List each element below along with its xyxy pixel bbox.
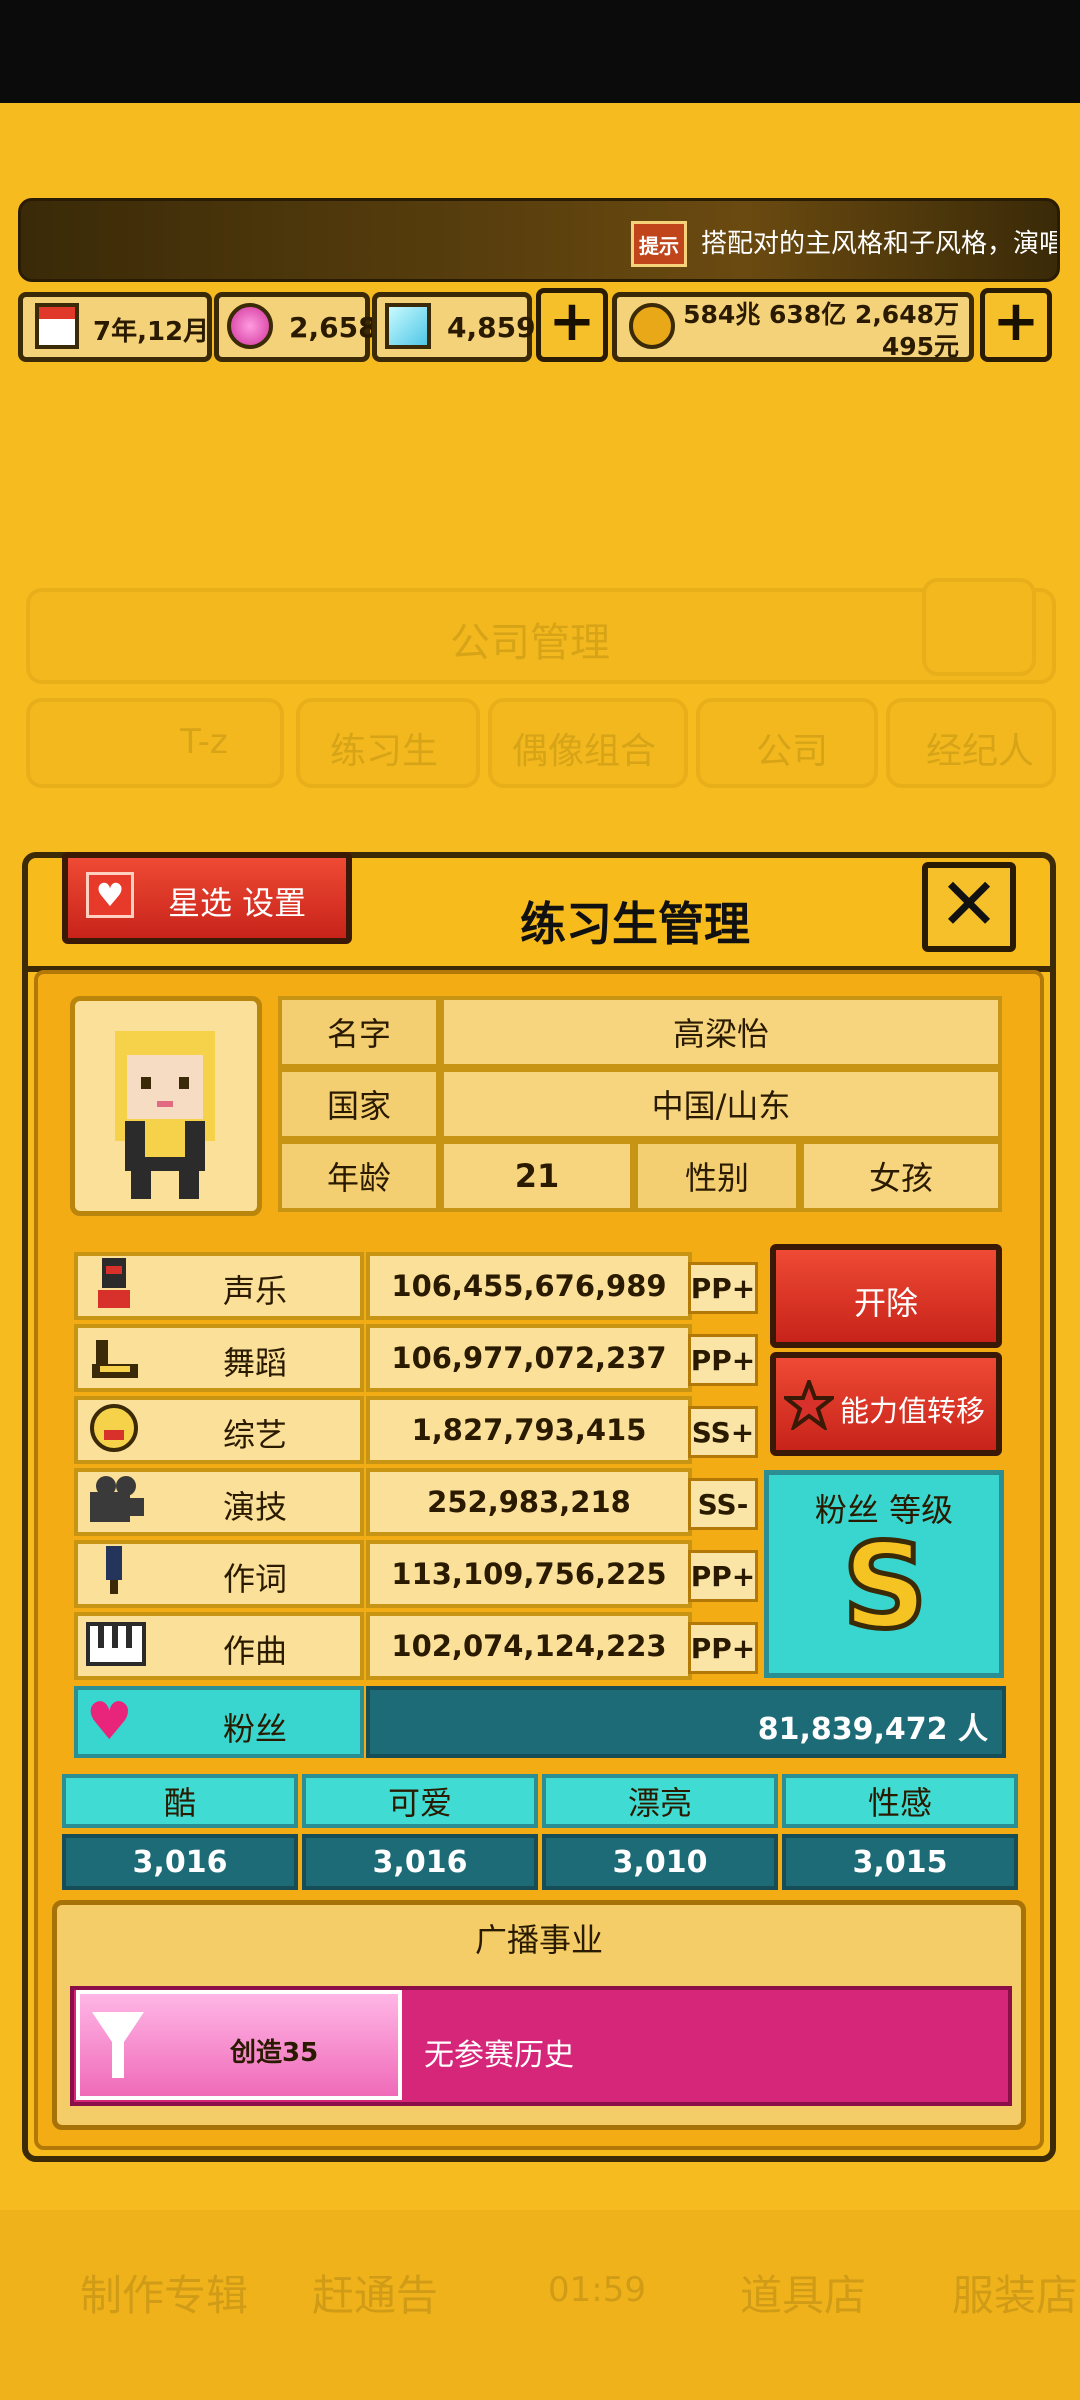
fan-level-box: 粉丝 等级 S	[764, 1470, 1004, 1678]
date-value: 7年,12月	[93, 317, 210, 347]
tip-banner: 提示 搭配对的主风格和子风格，演唱会	[18, 198, 1060, 282]
name-label: 名字	[278, 996, 440, 1068]
nav-clothes-shop[interactable]: 服装店	[952, 2262, 1078, 2323]
gender-value: 女孩	[800, 1140, 1002, 1212]
smile-face-icon	[86, 1400, 142, 1456]
heart-icon: ♥	[86, 1692, 133, 1752]
attr-pretty-label: 漂亮	[542, 1774, 778, 1828]
background-header: 公司管理	[26, 578, 1056, 684]
add-money-button[interactable]: +	[980, 288, 1052, 362]
funnel-icon	[88, 2008, 148, 2084]
nav-timer: 01:59	[548, 2270, 646, 2310]
gem-counter: 2,658	[214, 292, 378, 362]
stat-name-vocal: 声乐	[222, 1272, 287, 1310]
date-display: 7年,12月	[18, 292, 212, 362]
pixel-girl-avatar	[115, 1031, 215, 1199]
nav-schedule[interactable]: 赶通告	[312, 2262, 438, 2323]
broadcast-history: 无参赛历史	[424, 2038, 574, 2073]
tip-text: 搭配对的主风格和子风格，演唱会	[701, 229, 1060, 259]
ability-transfer-button[interactable]: 能力值转移	[770, 1352, 1002, 1456]
tab-idol-group: 偶像组合	[488, 698, 688, 788]
diamond-icon	[385, 303, 431, 349]
broadcast-title: 广播事业	[474, 1921, 603, 1959]
stat-grade-acting: SS-	[688, 1478, 758, 1530]
stat-name-acting: 演技	[222, 1488, 287, 1526]
nav-album[interactable]: 制作专辑	[80, 2262, 248, 2323]
gender-label: 性别	[634, 1140, 800, 1212]
heart-icon: ♥	[86, 872, 134, 918]
background-title: 公司管理	[450, 620, 610, 666]
pink-gem-icon	[227, 303, 273, 349]
attr-sexy-label: 性感	[782, 1774, 1018, 1828]
fan-level-grade: S	[840, 1517, 930, 1655]
stat-value-vocal: 106,455,676,989	[366, 1252, 692, 1320]
stat-name-composition: 作曲	[222, 1632, 287, 1670]
stat-value-composition: 102,074,124,223	[366, 1612, 692, 1680]
tab-tz: T-z	[26, 698, 284, 788]
stat-value-dance: 106,977,072,237	[366, 1324, 692, 1392]
dialog-title: 练习生管理	[520, 897, 750, 951]
piano-icon	[86, 1616, 146, 1672]
money-line1: 584兆 638亿 2,648万	[683, 300, 959, 329]
name-value: 高梁怡	[440, 996, 1002, 1068]
tab-manager: 经纪人	[886, 698, 1056, 788]
money-counter: 584兆 638亿 2,648万 495元	[612, 292, 974, 362]
gem-value: 2,658	[289, 311, 378, 344]
stat-value-acting: 252,983,218	[366, 1468, 692, 1536]
stat-value-variety: 1,827,793,415	[366, 1396, 692, 1464]
stat-grade-dance: PP+	[688, 1334, 758, 1386]
stat-grade-variety: SS+	[688, 1406, 758, 1458]
diamond-value: 4,859	[447, 311, 536, 344]
attr-cool-value: 3,016	[62, 1834, 298, 1890]
star-settings-label: 星选 设置	[168, 884, 307, 922]
attr-sexy-value: 3,015	[782, 1834, 1018, 1890]
nav-item-shop[interactable]: 道具店	[740, 2262, 866, 2323]
stat-name-dance: 舞蹈	[222, 1344, 287, 1382]
country-label: 国家	[278, 1068, 440, 1140]
ability-transfer-label: 能力值转移	[840, 1394, 986, 1428]
stat-name-variety: 综艺	[222, 1416, 287, 1454]
status-bar-area	[0, 0, 1080, 103]
stat-grade-composition: PP+	[688, 1622, 758, 1674]
fans-value: 81,839,472 人	[757, 1712, 988, 1747]
fans-label: 粉丝	[222, 1710, 287, 1748]
tip-badge: 提示	[631, 221, 687, 267]
age-label: 年龄	[278, 1140, 440, 1212]
background-close-icon	[922, 578, 1036, 676]
attr-cute-label: 可爱	[302, 1774, 538, 1828]
close-icon[interactable]: ✕	[922, 862, 1016, 952]
program-label: 创造35	[230, 2038, 319, 2068]
pen-icon	[86, 1544, 142, 1600]
diamond-counter: 4,859	[372, 292, 536, 362]
background-tabs: T-z 练习生 偶像组合 公司 经纪人	[26, 698, 1056, 794]
stat-name-lyrics: 作词	[222, 1560, 287, 1598]
program-button[interactable]: 创造35	[76, 1990, 402, 2100]
attr-cool-label: 酷	[62, 1774, 298, 1828]
dismiss-label: 开除	[853, 1284, 918, 1322]
stat-grade-vocal: PP+	[688, 1262, 758, 1314]
attr-pretty-value: 3,010	[542, 1834, 778, 1890]
add-currency-button[interactable]: +	[536, 288, 608, 362]
shoe-icon	[86, 1328, 142, 1384]
star-settings-button[interactable]: ♥ 星选 设置	[62, 852, 352, 944]
attr-cute-value: 3,016	[302, 1834, 538, 1890]
trainee-avatar	[70, 996, 262, 1216]
star-icon	[780, 1376, 838, 1433]
tab-company: 公司	[696, 698, 878, 788]
country-value: 中国/山东	[440, 1068, 1002, 1140]
dismiss-button[interactable]: 开除	[770, 1244, 1002, 1348]
calendar-icon	[35, 303, 79, 349]
camera-icon	[86, 1472, 144, 1528]
coin-icon	[629, 303, 675, 349]
stat-value-lyrics: 113,109,756,225	[366, 1540, 692, 1608]
age-value: 21	[440, 1140, 634, 1212]
stat-grade-lyrics: PP+	[688, 1550, 758, 1602]
tab-trainee: 练习生	[296, 698, 480, 788]
microphone-icon	[86, 1256, 142, 1312]
money-line2: 495元	[881, 332, 959, 361]
